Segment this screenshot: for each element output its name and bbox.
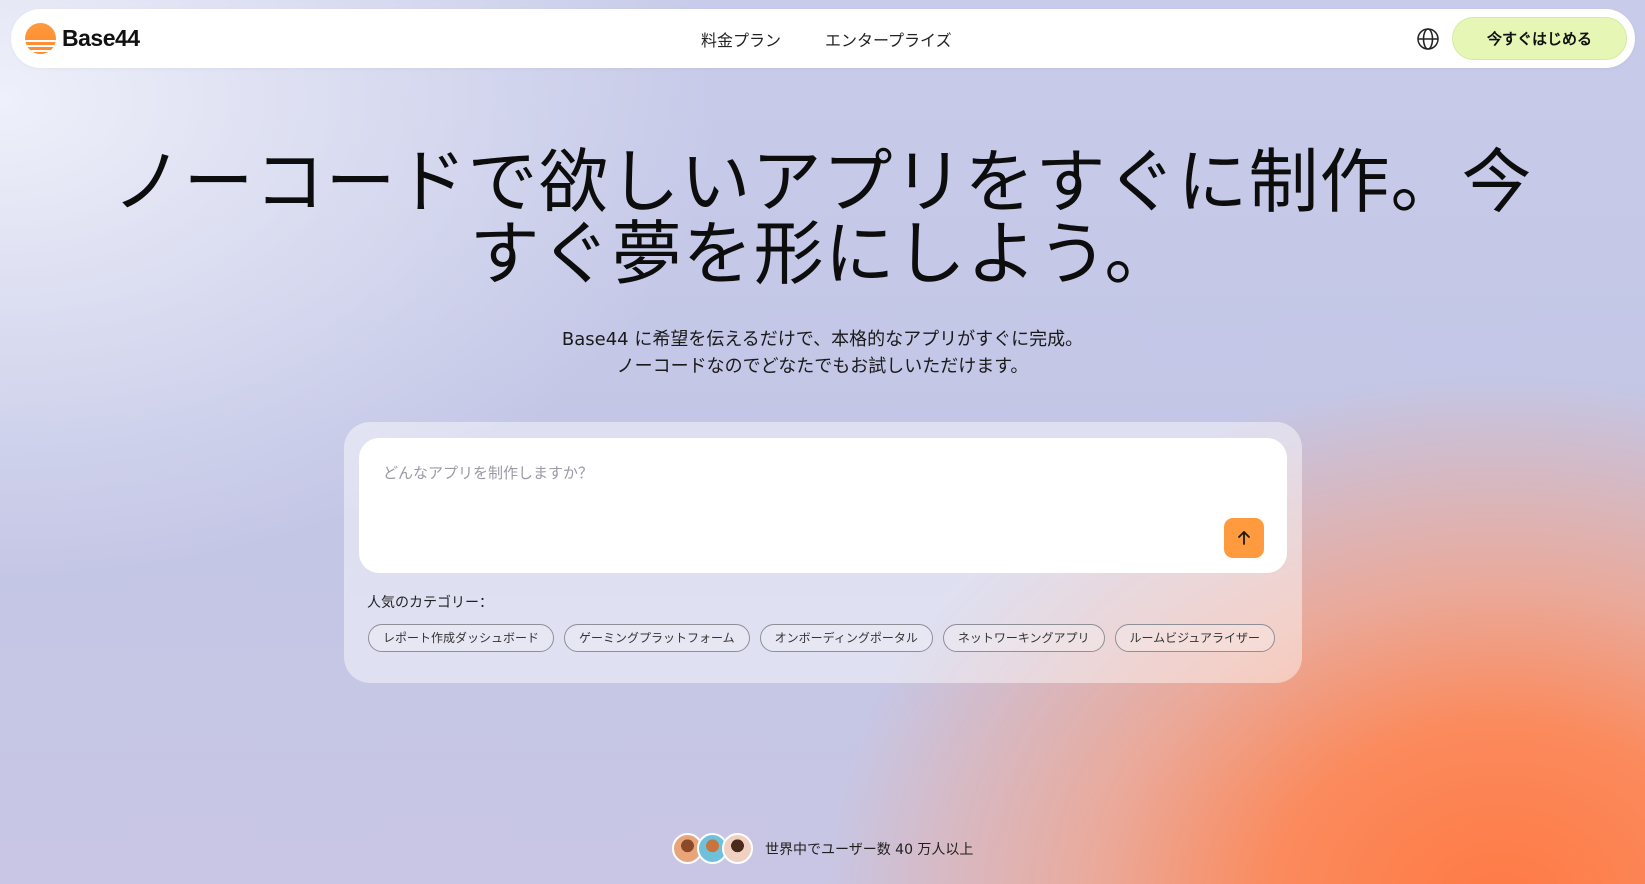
- prompt-box: [359, 438, 1287, 573]
- nav-link-enterprise[interactable]: エンタープライズ: [825, 27, 952, 51]
- category-chip-reporting-dashboard[interactable]: レポート作成ダッシュボード: [368, 624, 555, 652]
- category-chip-gaming-platform[interactable]: ゲーミングプラットフォーム: [564, 624, 750, 652]
- popular-categories-label: 人気のカテゴリー：: [367, 595, 493, 611]
- nav-link-pricing[interactable]: 料金プラン: [701, 27, 781, 51]
- category-chip-networking-app[interactable]: ネットワーキングアプリ: [942, 624, 1105, 652]
- avatar-group: [672, 833, 753, 864]
- category-chips: レポート作成ダッシュボード ゲーミングプラットフォーム オンボーディングポータル…: [368, 624, 1276, 652]
- logo-sun-icon: [25, 23, 56, 54]
- avatar: [722, 833, 753, 864]
- brand-name: Base44: [62, 25, 140, 51]
- hero-subtitle-line2: ノーコードなのでどなたでもお試しいただけます。: [616, 356, 1029, 377]
- app-idea-input[interactable]: [383, 458, 1223, 488]
- category-chip-room-visualizer[interactable]: ルームビジュアライザー: [1114, 624, 1276, 652]
- hero-title: ノーコードで欲しいアプリをすぐに制作。今 すぐ夢を形にしよう。: [0, 146, 1645, 290]
- arrow-up-icon: [1238, 531, 1250, 545]
- user-count-text: 世界中でユーザー数 40 万人以上: [765, 841, 974, 858]
- top-navbar: Base44 料金プラン エンタープライズ 今すぐはじめる: [11, 9, 1635, 68]
- globe-icon[interactable]: [1415, 26, 1441, 52]
- category-chip-onboarding-portal[interactable]: オンボーディングポータル: [759, 624, 933, 652]
- social-proof: 世界中でユーザー数 40 万人以上: [672, 833, 973, 864]
- hero-subtitle-line1: Base44 に希望を伝えるだけで、本格的なアプリがすぐに完成。: [561, 329, 1084, 350]
- hero-subtitle: Base44 に希望を伝えるだけで、本格的なアプリがすぐに完成。 ノーコードなの…: [0, 326, 1645, 380]
- get-started-button[interactable]: 今すぐはじめる: [1452, 17, 1627, 60]
- hero-title-line1: ノーコードで欲しいアプリをすぐに制作。今: [112, 141, 1533, 223]
- prompt-card: 人気のカテゴリー： レポート作成ダッシュボード ゲーミングプラットフォーム オン…: [344, 422, 1302, 683]
- hero-title-line2: すぐ夢を形にしよう。: [469, 213, 1176, 295]
- nav-links: 料金プラン エンタープライズ: [701, 27, 952, 51]
- brand-logo[interactable]: Base44: [25, 23, 140, 54]
- send-button[interactable]: [1224, 518, 1264, 558]
